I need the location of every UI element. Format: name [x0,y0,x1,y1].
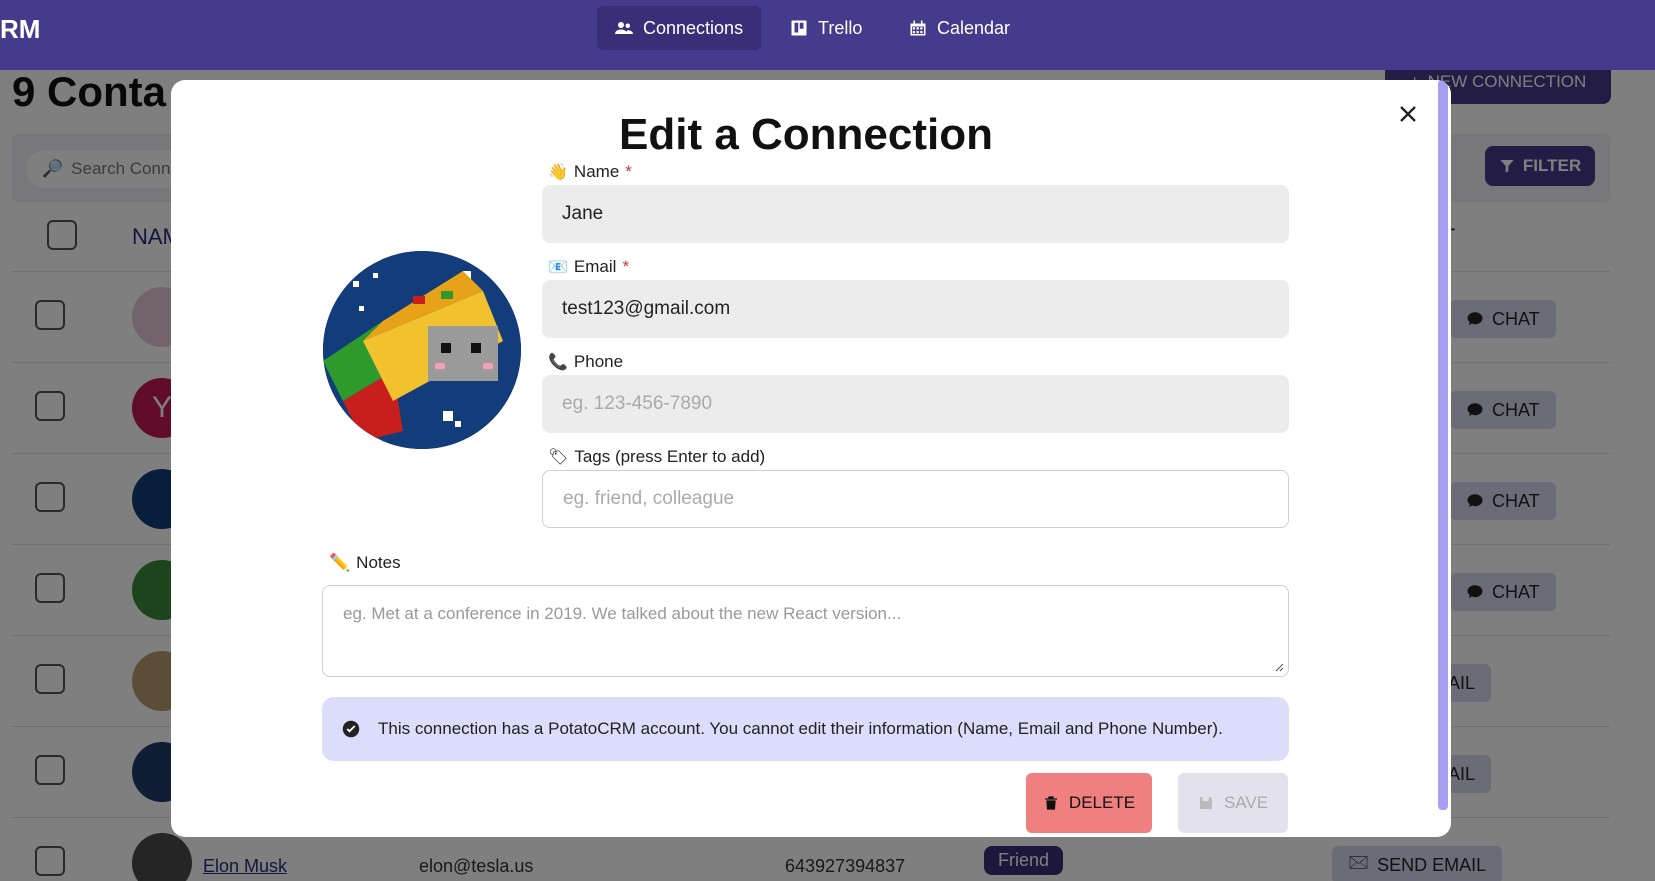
delete-label: DELETE [1068,793,1136,812]
trash-icon [1044,796,1057,810]
phone-label: 📞 Phone [548,352,623,372]
calendar-icon [910,20,926,36]
envelope-icon: 📧 [548,259,568,276]
phone-field[interactable]: eg. 123-456-7890 [542,375,1289,433]
required-asterisk: * [622,257,630,276]
floppy-disk-icon [1199,797,1212,809]
modal-title: Edit a Connection [619,110,993,159]
tab-calendar[interactable]: Calendar [891,6,1028,50]
tab-calendar-label: Calendar [937,17,1011,38]
required-asterisk: * [625,162,632,181]
brand-logo[interactable]: RM [0,14,40,45]
pencil-icon: ✏️ [329,553,351,572]
save-button[interactable]: SAVE [1178,773,1288,833]
tab-trello-label: Trello [818,17,863,38]
notes-placeholder: eg. Met at a conference in 2019. We talk… [343,604,902,623]
delete-button[interactable]: DELETE [1026,773,1152,833]
notes-label: ✏️ Notes [329,553,401,573]
tags-label-text: Tags (press Enter to add) [574,447,766,466]
account-info-alert: This connection has a PotatoCRM account.… [322,697,1289,761]
tags-label: 🏷 Tags (press Enter to add) [548,447,765,467]
wave-icon: 👋 [548,164,568,181]
pixel-taco-cat-image [323,251,521,449]
save-label: SAVE [1223,793,1269,812]
tab-connections[interactable]: Connections [597,6,762,50]
check-circle-icon [342,720,360,738]
users-icon [615,22,633,34]
account-info-text: This connection has a PotatoCRM account.… [378,719,1223,738]
name-label-text: Name [573,162,620,181]
trello-icon [791,20,807,36]
email-field[interactable]: test123@gmail.com [542,280,1289,338]
tab-connections-label: Connections [643,17,744,38]
name-label: 👋 Name * [548,162,632,182]
resize-handle-icon[interactable] [1274,662,1284,672]
phone-label-text: Phone [573,352,624,371]
notes-textarea[interactable]: eg. Met at a conference in 2019. We talk… [322,585,1289,677]
edit-connection-modal: Edit a Connection 👋 Name * Jane 📧 Email … [171,80,1451,837]
notes-label-text: Notes [356,553,401,572]
tags-input[interactable]: eg. friend, colleague [542,470,1289,528]
email-label: 📧 Email * [548,257,629,277]
tab-trello[interactable]: Trello [772,6,880,50]
tag-icon: 🏷 [548,449,569,466]
name-field[interactable]: Jane [542,185,1289,243]
phone-icon: 📞 [548,354,568,371]
modal-scrollbar[interactable] [1438,80,1448,810]
avatar[interactable] [323,251,521,449]
email-label-text: Email [573,257,617,276]
top-nav: RM Connections Trello Calendar [0,0,1655,70]
